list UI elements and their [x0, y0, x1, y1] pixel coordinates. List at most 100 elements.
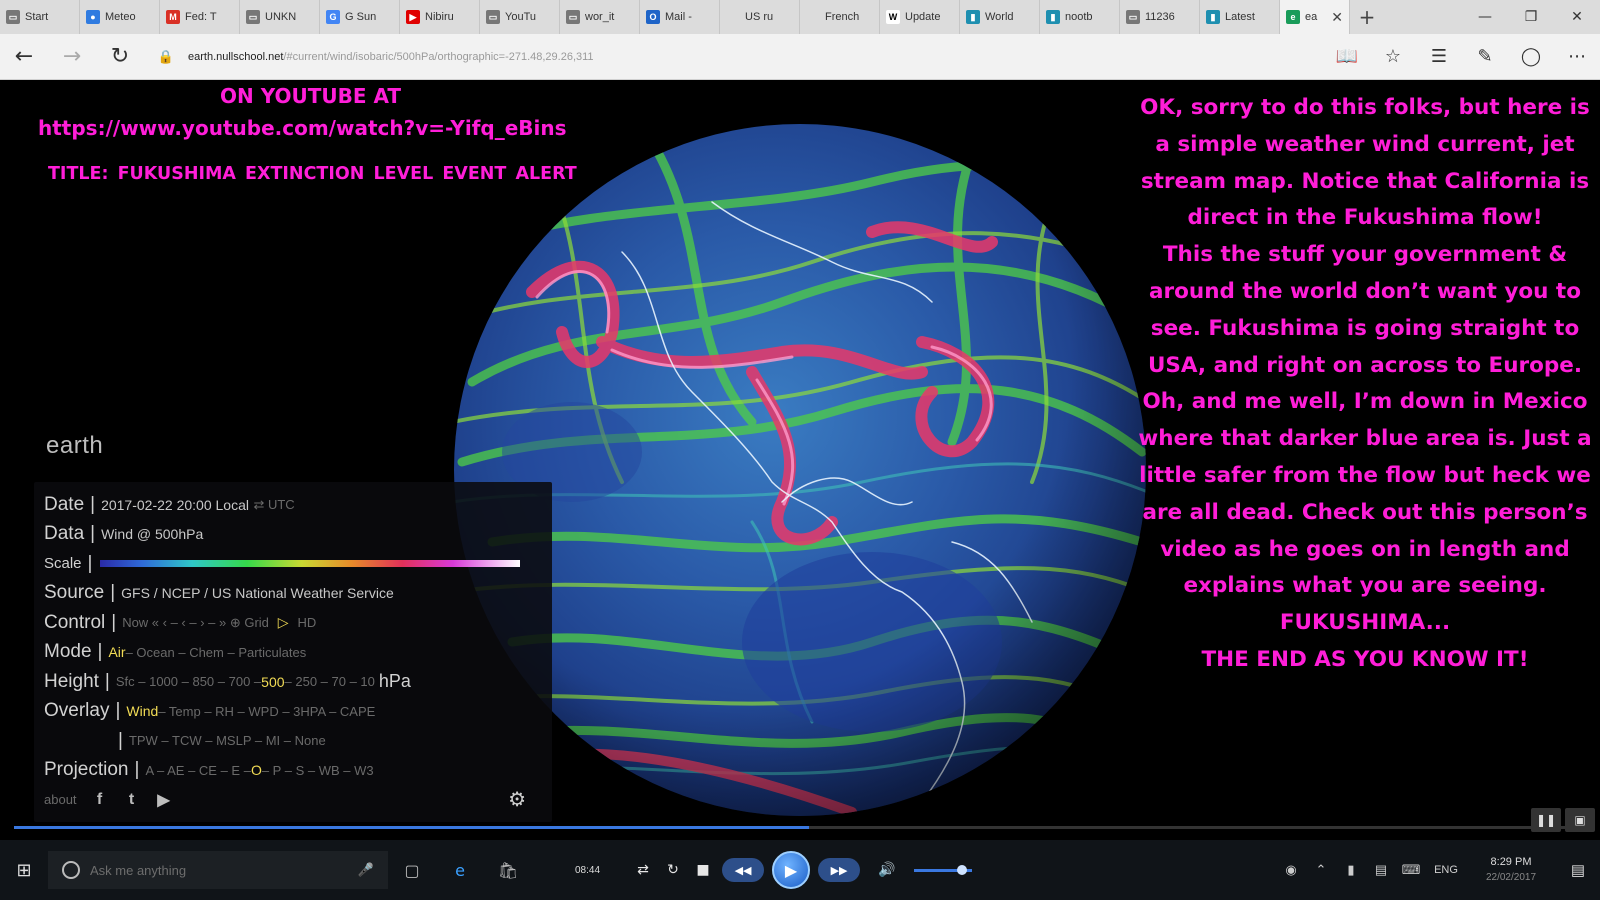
close-tab-icon[interactable]: ✕: [1331, 9, 1343, 26]
browser-tab[interactable]: ▭ YouTu: [480, 0, 560, 34]
microphone-icon[interactable]: 🎤: [358, 862, 374, 878]
play-icon[interactable]: ▷: [278, 614, 289, 631]
browser-tab-active[interactable]: e ea ✕: [1280, 0, 1350, 34]
battery-icon[interactable]: ▮: [1336, 862, 1366, 878]
minimize-button[interactable]: —: [1462, 0, 1508, 34]
address-bar-actions: 📖 ☆ ☰ ✎ ◯ ⋯: [1324, 34, 1600, 80]
web-note-icon[interactable]: ✎: [1462, 34, 1508, 80]
new-tab-button[interactable]: +: [1350, 0, 1384, 34]
browser-tab[interactable]: US ru: [720, 0, 800, 34]
stop-icon[interactable]: ■: [688, 855, 718, 885]
browser-tab[interactable]: ▮ nootb: [1040, 0, 1120, 34]
mode-row: Mode | Air – Ocean – Chem – Particulates: [44, 641, 307, 663]
chevron-up-icon[interactable]: ⌃: [1306, 862, 1336, 878]
google-icon: G: [326, 10, 340, 24]
browser-tab[interactable]: ▭ Start: [0, 0, 80, 34]
notification-icon[interactable]: ▤: [1556, 861, 1600, 879]
video-frame[interactable]: ON YOUTUBE AT https://www.youtube.com/wa…: [0, 80, 1600, 840]
close-window-button[interactable]: ✕: [1554, 0, 1600, 34]
color-scale-bar[interactable]: [100, 560, 521, 568]
facebook-icon[interactable]: f: [91, 791, 109, 809]
commentary-text: OK, sorry to do this folks, but here is …: [1135, 90, 1595, 679]
overlay-wind[interactable]: Wind: [126, 703, 158, 719]
browser-tab[interactable]: ▭ 11236: [1120, 0, 1200, 34]
height-options[interactable]: Sfc – 1000 – 850 – 700 –: [116, 674, 261, 689]
forward-button[interactable]: →: [48, 34, 96, 80]
fast-forward-button[interactable]: ▶▶: [818, 858, 861, 882]
volume-slider[interactable]: [914, 864, 973, 875]
height-options[interactable]: – 250 – 70 – 10: [285, 674, 375, 689]
reading-view-icon[interactable]: 📖: [1324, 34, 1370, 80]
bookmark-icon: ▮: [1206, 10, 1220, 24]
browser-tab[interactable]: ▶ Nibiru: [400, 0, 480, 34]
fullscreen-icon[interactable]: ▣: [1565, 808, 1595, 832]
youtube-icon[interactable]: ▶: [155, 791, 173, 809]
edge-icon[interactable]: e: [436, 840, 484, 900]
projection-orthographic[interactable]: O: [251, 762, 262, 778]
url-field[interactable]: 🔒 earth.nullschool.net /#current/wind/is…: [144, 42, 1264, 72]
earth-logo[interactable]: earth: [46, 432, 103, 460]
refresh-button[interactable]: ↻: [96, 34, 144, 80]
browser-tab[interactable]: ▮ Latest: [1200, 0, 1280, 34]
tab-label: nootb: [1065, 11, 1093, 23]
task-view-icon[interactable]: ▢: [388, 840, 436, 900]
page-icon: ▭: [566, 10, 580, 24]
search-placeholder: Ask me anything: [90, 862, 187, 878]
browser-tab[interactable]: French: [800, 0, 880, 34]
about-link[interactable]: about: [44, 792, 77, 807]
back-button[interactable]: ←: [0, 34, 48, 80]
browser-tab[interactable]: O Mail -: [640, 0, 720, 34]
cortana-search[interactable]: Ask me anything 🎤: [48, 851, 388, 889]
clock[interactable]: 8:29 PM 22/02/2017: [1466, 855, 1556, 885]
outlook-icon: O: [646, 10, 660, 24]
restore-button[interactable]: ❐: [1508, 0, 1554, 34]
youtube-icon: ▶: [406, 10, 420, 24]
network-icon[interactable]: ▤: [1366, 862, 1396, 878]
repeat-icon[interactable]: ↻: [658, 855, 688, 885]
hub-icon[interactable]: ☰: [1416, 34, 1462, 80]
overlay-options[interactable]: – Temp – RH – WPD – 3HPA – CAPE: [158, 704, 375, 719]
more-icon[interactable]: ⋯: [1554, 34, 1600, 80]
language-indicator[interactable]: ENG: [1426, 864, 1466, 876]
volume-knob[interactable]: [956, 864, 967, 875]
tab-label: Update: [905, 11, 941, 23]
browser-tab[interactable]: ▮ World: [960, 0, 1040, 34]
tab-label: UNKN: [265, 11, 297, 23]
browser-tab[interactable]: ▭ UNKN: [240, 0, 320, 34]
mode-options[interactable]: – Ocean – Chem – Particulates: [126, 645, 307, 660]
start-button[interactable]: ⊞: [0, 840, 48, 900]
overlay-options[interactable]: TPW – TCW – MSLP – MI – None: [129, 733, 326, 748]
gear-icon[interactable]: ⚙: [508, 787, 526, 812]
tab-label: ea: [1305, 11, 1318, 23]
pause-icon[interactable]: ❚❚: [1531, 808, 1561, 832]
play-button[interactable]: ▶: [772, 851, 811, 889]
page-icon: ▭: [246, 10, 260, 24]
utc-toggle[interactable]: ⇄ UTC: [253, 497, 294, 513]
tab-label: wor_it: [585, 11, 615, 23]
shuffle-icon[interactable]: ⇄: [628, 855, 658, 885]
store-icon[interactable]: 🛍: [484, 840, 532, 900]
browser-tab[interactable]: ● Meteo: [80, 0, 160, 34]
commentary-paragraph: FUKUSHIMA...: [1279, 610, 1451, 636]
gmail-icon: M: [166, 10, 180, 24]
favorite-star-icon[interactable]: ☆: [1370, 34, 1416, 80]
app-tray-icon[interactable]: ◉: [1276, 862, 1306, 878]
hd-toggle[interactable]: HD: [297, 615, 316, 630]
projection-options[interactable]: A – AE – CE – E –: [145, 763, 251, 778]
rewind-button[interactable]: ◀◀: [722, 858, 765, 882]
date-value[interactable]: 2017-02-22 20:00 Local: [101, 497, 249, 513]
volume-icon[interactable]: 🔊: [872, 855, 902, 885]
browser-tab[interactable]: ▭ wor_it: [560, 0, 640, 34]
browser-tab[interactable]: G G Sun: [320, 0, 400, 34]
time-controls[interactable]: Now « ‹ – ‹ – › – » ⊕ Grid: [122, 615, 269, 631]
video-progress-bar[interactable]: [14, 826, 1586, 829]
browser-tab[interactable]: W Update: [880, 0, 960, 34]
share-icon[interactable]: ◯: [1508, 34, 1554, 80]
browser-tab[interactable]: M Fed: T: [160, 0, 240, 34]
wind-globe[interactable]: [452, 122, 1148, 818]
twitter-icon[interactable]: t: [123, 791, 141, 809]
mode-air[interactable]: Air: [108, 644, 125, 660]
height-500[interactable]: 500: [261, 674, 284, 690]
projection-options[interactable]: – P – S – WB – W3: [262, 763, 374, 778]
keyboard-icon[interactable]: ⌨: [1396, 862, 1426, 878]
